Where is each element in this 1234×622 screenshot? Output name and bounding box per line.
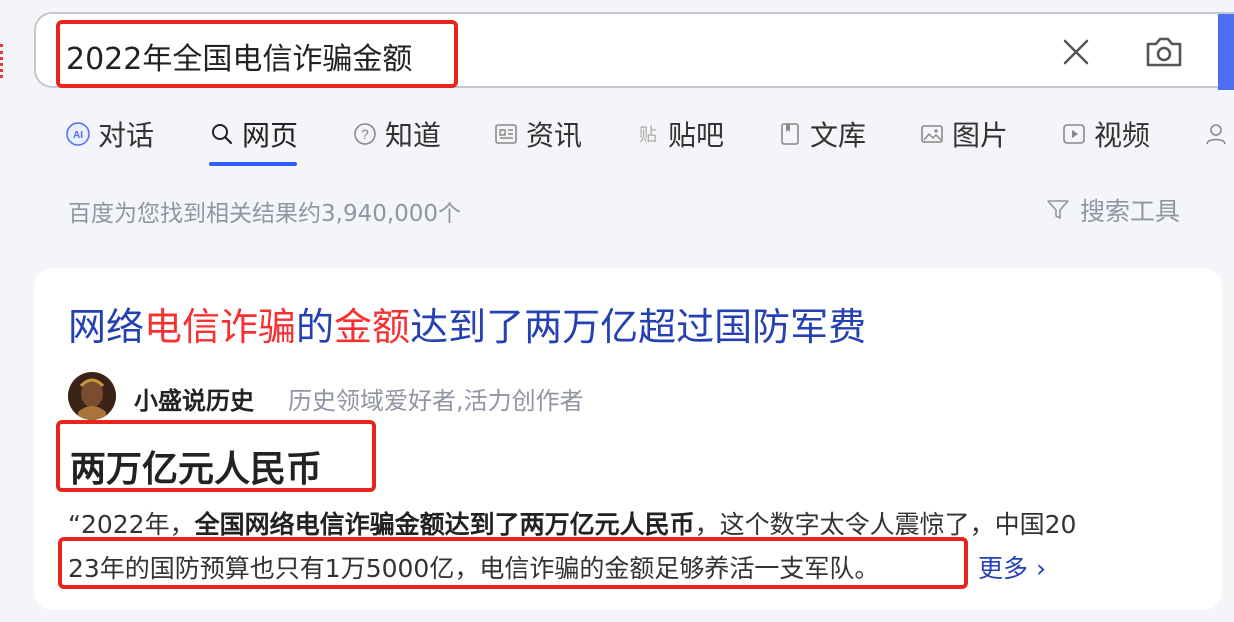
title-part: 网络	[68, 305, 145, 349]
tab-tieba[interactable]: 贴 贴吧	[636, 112, 724, 156]
tab-chat[interactable]: AI 对话	[66, 112, 154, 156]
tieba-icon: 贴	[639, 125, 657, 146]
svg-text:AI: AI	[73, 130, 83, 141]
avatar[interactable]	[68, 372, 116, 420]
title-part: 达到了两万亿超过国防军费	[410, 305, 867, 349]
title-highlight: 金额	[334, 305, 411, 349]
tab-images[interactable]: 图片	[920, 112, 1008, 156]
more-label: 更多	[978, 554, 1029, 583]
result-count: 百度为您找到相关结果约3,940,000个	[68, 201, 462, 227]
snippet-bold: 全国网络电信诈骗金额达到了两万亿元人民币	[194, 510, 695, 539]
search-icon	[212, 124, 233, 145]
title-highlight: 电信诈骗	[144, 305, 297, 349]
active-tab-indicator	[209, 162, 297, 166]
user-icon	[1206, 124, 1226, 145]
more-link[interactable]: 更多 ›	[978, 549, 1046, 585]
close-icon[interactable]	[1060, 36, 1092, 68]
tab-wenku[interactable]: 文库	[778, 112, 866, 156]
ai-chat-icon: AI	[66, 122, 90, 146]
tab-video[interactable]: 视频	[1062, 112, 1150, 156]
tab-more-partial[interactable]	[1204, 112, 1228, 156]
annotation-box-query	[56, 20, 458, 88]
author-name[interactable]: 小盛说历史	[134, 381, 254, 416]
camera-icon[interactable]	[1144, 34, 1184, 70]
avatar-image	[68, 372, 116, 420]
snippet-text: “2022年，	[68, 510, 195, 539]
result-title-link[interactable]: 网络电信诈骗的金额达到了两万亿超过国防军费	[68, 296, 866, 351]
tab-web[interactable]: 网页	[210, 112, 298, 156]
tab-zhidao[interactable]: ? 知道	[353, 112, 441, 156]
tab-label: 视频	[1094, 119, 1151, 152]
tab-label: 贴吧	[668, 119, 725, 152]
edge-mark	[0, 44, 9, 78]
svg-text:?: ?	[361, 126, 369, 142]
svg-text:贴: 贴	[639, 125, 657, 146]
snippet-line-1: “2022年，全国网络电信诈骗金额达到了两万亿元人民币，这个数字太令人震惊了，中…	[68, 505, 1076, 541]
filter-icon	[1047, 200, 1069, 219]
search-tools-label: 搜索工具	[1080, 197, 1181, 226]
video-icon	[1063, 124, 1085, 144]
title-part: 的	[296, 305, 335, 349]
chevron-right-icon: ›	[1035, 554, 1046, 583]
document-icon	[781, 123, 799, 145]
news-icon	[495, 124, 517, 144]
search-button[interactable]	[1218, 14, 1234, 90]
tab-label: 网页	[242, 119, 299, 152]
image-icon	[921, 125, 943, 143]
question-icon: ?	[354, 123, 376, 145]
annotation-box-answer	[56, 420, 376, 492]
tab-label: 资讯	[526, 119, 583, 152]
tab-label: 图片	[952, 119, 1009, 152]
snippet-text: ，这个数字太令人震惊了，中国20	[694, 510, 1077, 539]
tab-label: 文库	[810, 119, 867, 152]
annotation-box-snippet	[58, 537, 968, 589]
search-tools-button[interactable]: 搜索工具	[1046, 192, 1180, 228]
tab-label: 对话	[98, 119, 155, 152]
tab-label: 知道	[385, 119, 442, 152]
tab-news[interactable]: 资讯	[494, 112, 582, 156]
author-description: 历史领域爱好者,活力创作者	[288, 387, 584, 415]
